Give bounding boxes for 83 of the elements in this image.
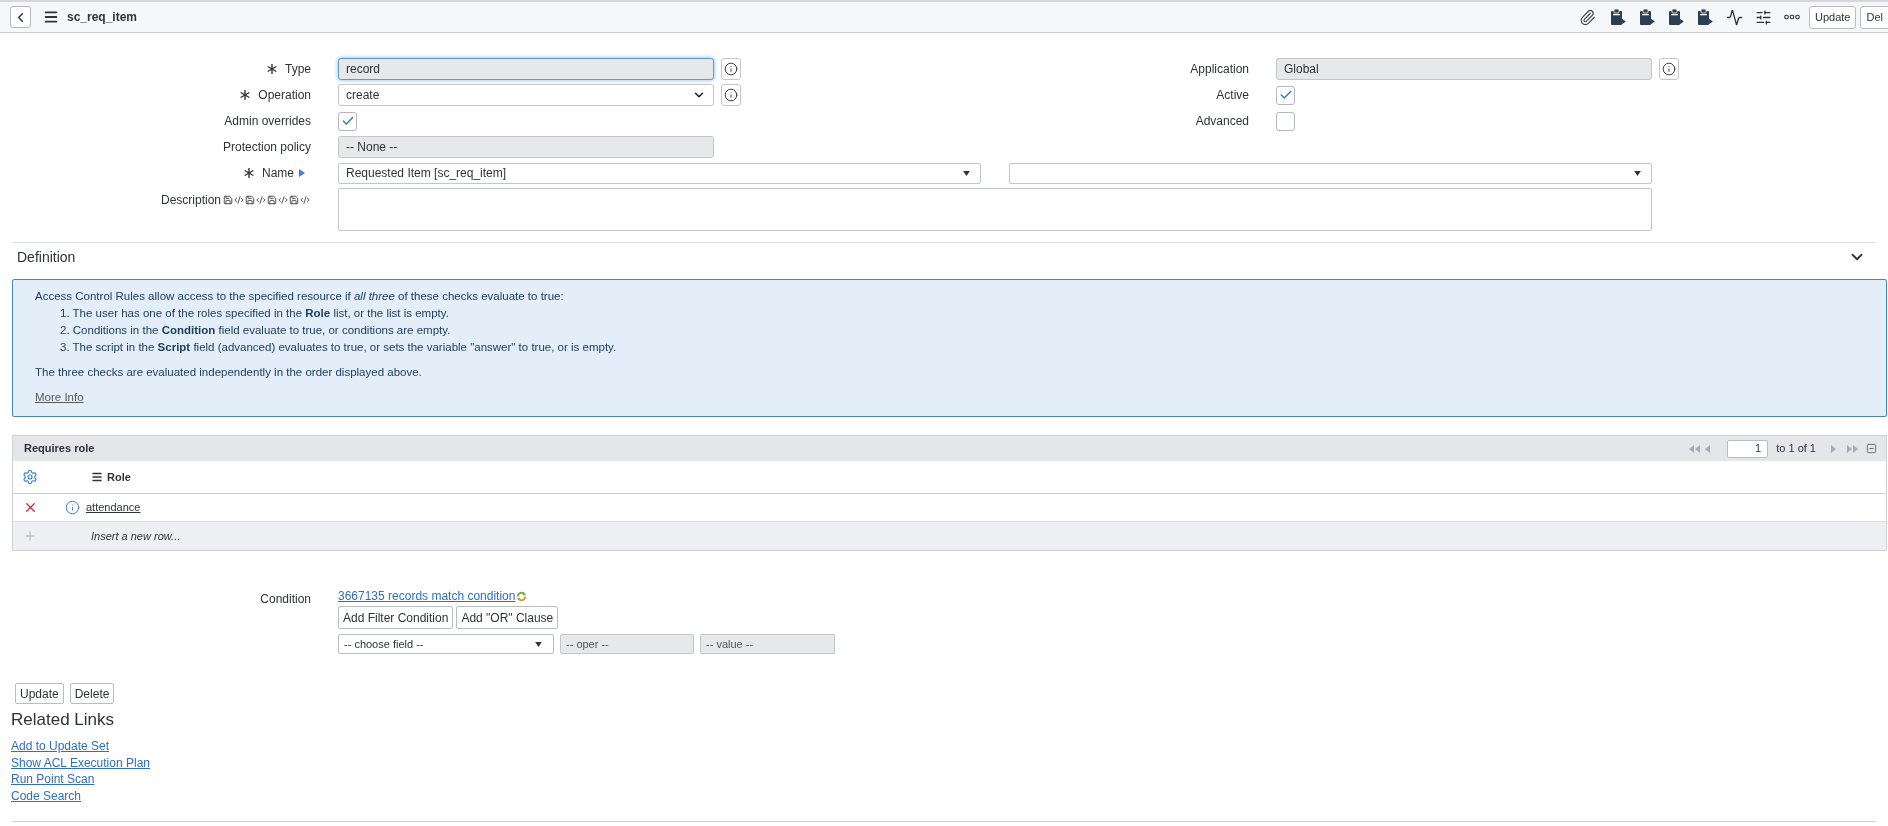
clipboard-icon[interactable] [1668, 8, 1684, 26]
code-icon[interactable] [233, 195, 245, 205]
section-title: Related Links [11, 710, 114, 730]
info-button[interactable] [1659, 58, 1679, 80]
sliders-icon[interactable] [1755, 8, 1772, 26]
collapse-icon[interactable] [1866, 443, 1877, 454]
field-label: Protection policy [222, 139, 311, 156]
info-icon [724, 88, 738, 102]
field-label: Advanced [1195, 113, 1249, 130]
dropdown-field[interactable]: -- value -- [700, 634, 835, 654]
info-text: The three checks are evaluated independently in the order displayed above. [35, 365, 422, 380]
insert-row-link[interactable]: Insert a new row... [91, 527, 181, 545]
field-label: Condition [260, 591, 311, 608]
form-button[interactable]: Delete [69, 683, 115, 704]
column-menu-icon[interactable] [91, 471, 103, 483]
refresh-icon[interactable] [516, 590, 528, 602]
clipboard-icon[interactable] [1639, 8, 1655, 26]
match-condition-link[interactable]: 3667135 records match condition [338, 587, 516, 605]
filter-button[interactable]: Add Filter Condition [338, 606, 454, 629]
code-icon[interactable] [277, 195, 289, 205]
settings-icon[interactable] [22, 469, 38, 485]
back-button[interactable] [10, 6, 31, 28]
code-icon[interactable] [255, 195, 267, 205]
field-label: Admin overrides [224, 113, 311, 130]
related-link[interactable]: Run Point Scan [11, 771, 95, 788]
dropdown-field[interactable]: -- oper -- [560, 634, 694, 654]
checkbox[interactable] [1276, 111, 1295, 131]
info-text: 2. Conditions in the Condition field evaluate to true, or conditions are empty. [60, 323, 451, 338]
activity-icon[interactable] [1726, 8, 1743, 26]
filter-button[interactable]: Add "OR" Clause [456, 606, 559, 629]
caret-down-icon [535, 641, 542, 647]
field-label: Name [262, 165, 294, 182]
info-text: 3. The script in the Script field (advanced) evaluates to true, or sets the variable "answer" to true, or is empty. [60, 340, 617, 355]
field-label: Type [285, 61, 311, 78]
header-button[interactable]: Del [1860, 5, 1888, 29]
more-info-link[interactable]: More Info [35, 389, 84, 406]
checkbox[interactable] [1276, 85, 1295, 105]
related-link[interactable]: Add to Update Set [11, 738, 110, 755]
info-text: 1. The user has one of the roles specified in the Role list, or the list is empty. [60, 306, 449, 321]
record-title: sc_req_item [67, 9, 138, 26]
list-title: Requires role [24, 441, 95, 457]
page-range: to 1 of 1 [1776, 441, 1816, 457]
save-icon[interactable] [245, 195, 255, 205]
field-label: Active [1216, 87, 1249, 104]
related-link[interactable]: Show ACL Execution Plan [11, 754, 150, 771]
menu-icon[interactable] [43, 9, 59, 25]
caret-down-icon [1634, 170, 1641, 176]
dropdown-field[interactable]: create [338, 84, 714, 106]
save-icon[interactable] [267, 195, 277, 205]
text-field[interactable]: -- None -- [338, 136, 714, 158]
info-button[interactable] [721, 84, 741, 106]
text-field[interactable]: record [338, 58, 714, 80]
field-label: Description [160, 192, 221, 209]
field-label: Application [1190, 61, 1249, 78]
more-icon[interactable] [1784, 14, 1800, 20]
info-button[interactable] [721, 58, 741, 80]
form-button[interactable]: Update [15, 683, 64, 704]
save-icon[interactable] [223, 195, 233, 205]
header-button[interactable]: Update [1809, 5, 1857, 29]
field-label: Operation [258, 87, 311, 104]
caret-down-icon [963, 170, 970, 176]
column-header[interactable]: Role [91, 468, 131, 486]
page-field[interactable]: 1 [1727, 439, 1769, 458]
info-text: Access Control Rules allow access to the specified resource if all three of these checks evaluate to true: [35, 289, 564, 304]
related-link[interactable]: Code Search [11, 787, 82, 804]
dropdown-field[interactable]: Requested Item [sc_req_item] [338, 162, 981, 184]
save-icon[interactable] [289, 195, 299, 205]
check-icon [1278, 88, 1293, 102]
reference-icon[interactable] [299, 169, 305, 177]
clipboard-icon[interactable] [1697, 8, 1713, 26]
info-icon [1662, 62, 1676, 76]
checkbox[interactable] [338, 111, 357, 131]
role-link[interactable]: attendance [86, 499, 141, 516]
code-icon[interactable] [299, 195, 311, 205]
info-icon[interactable] [65, 500, 80, 515]
section-title: Definition [17, 247, 76, 267]
dropdown-field[interactable]: -- choose field -- [338, 634, 554, 654]
paperclip-icon[interactable] [1579, 8, 1596, 26]
check-icon [340, 114, 355, 128]
dropdown-field[interactable] [1009, 162, 1652, 184]
text-field[interactable]: Global [1276, 58, 1652, 80]
info-icon [724, 62, 738, 76]
clipboard-icon[interactable] [1610, 8, 1626, 26]
